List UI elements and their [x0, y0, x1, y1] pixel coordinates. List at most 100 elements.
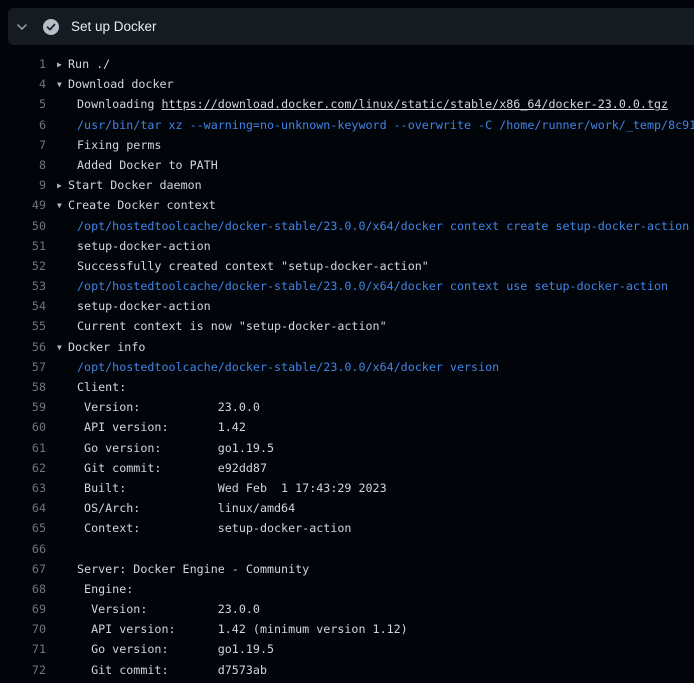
- line-number-link[interactable]: 52: [0, 256, 46, 276]
- log-command: /opt/hostedtoolcache/docker-stable/23.0.…: [57, 216, 694, 236]
- log-group-toggle[interactable]: ▶Start Docker daemon: [57, 175, 694, 195]
- log-message: Downloading https://download.docker.com/…: [57, 94, 694, 114]
- log-line: 67 Server: Docker Engine - Community: [0, 559, 694, 579]
- log-line: 66: [0, 539, 694, 559]
- line-number-link[interactable]: 62: [0, 458, 46, 478]
- log-message: Fixing perms: [57, 135, 694, 155]
- line-number-link[interactable]: 64: [0, 498, 46, 518]
- line-number-link[interactable]: 49: [0, 195, 46, 215]
- log-message: Built: Wed Feb 1 17:43:29 2023: [57, 478, 694, 498]
- chevron-down-icon[interactable]: [16, 21, 28, 33]
- log-group-toggle[interactable]: ▼Docker info: [57, 337, 694, 357]
- log-text: Downloading: [77, 97, 161, 111]
- triangle-down-icon: ▼: [57, 338, 68, 357]
- log-line: 1 ▶Run ./: [0, 54, 694, 74]
- triangle-right-icon: ▶: [57, 55, 68, 74]
- log-message: Successfully created context "setup-dock…: [57, 256, 694, 276]
- line-number-link[interactable]: 67: [0, 559, 46, 579]
- log-line: 62 Git commit: e92dd87: [0, 458, 694, 478]
- log-line: 71 Go version: go1.19.5: [0, 639, 694, 659]
- log-message: setup-docker-action: [57, 236, 694, 256]
- line-number-link[interactable]: 6: [0, 115, 46, 135]
- log-message: Server: Docker Engine - Community: [57, 559, 694, 579]
- log-message: Git commit: d7573ab: [57, 660, 694, 680]
- log-line: 59 Version: 23.0.0: [0, 397, 694, 417]
- log-message: Current context is now "setup-docker-act…: [57, 316, 694, 336]
- log-message: API version: 1.42 (minimum version 1.12): [57, 619, 694, 639]
- line-number-link[interactable]: 7: [0, 135, 46, 155]
- log-line: 8Added Docker to PATH: [0, 155, 694, 175]
- line-number-link[interactable]: 1: [0, 54, 46, 74]
- log-link[interactable]: https://download.docker.com/linux/static…: [161, 97, 668, 111]
- log-message: setup-docker-action: [57, 296, 694, 316]
- line-number-link[interactable]: 61: [0, 438, 46, 458]
- log-group-toggle[interactable]: ▼Download docker: [57, 74, 694, 94]
- line-number-link[interactable]: 54: [0, 296, 46, 316]
- line-number-link[interactable]: 51: [0, 236, 46, 256]
- log-group-toggle[interactable]: ▼Create Docker context: [57, 195, 694, 215]
- log-line: 53/opt/hostedtoolcache/docker-stable/23.…: [0, 276, 694, 296]
- line-number-link[interactable]: 66: [0, 539, 46, 559]
- log-line: 55 Current context is now "setup-docker-a…: [0, 316, 694, 336]
- triangle-down-icon: ▼: [57, 75, 68, 94]
- triangle-down-icon: ▼: [57, 196, 68, 215]
- log-line: 68 Engine:: [0, 579, 694, 599]
- line-number-link[interactable]: 69: [0, 599, 46, 619]
- line-number-link[interactable]: 5: [0, 94, 46, 114]
- log-line: 4 ▼Download docker: [0, 74, 694, 94]
- log-command: /opt/hostedtoolcache/docker-stable/23.0.…: [57, 357, 694, 377]
- line-number-link[interactable]: 71: [0, 639, 46, 659]
- line-number-link[interactable]: 58: [0, 377, 46, 397]
- triangle-right-icon: ▶: [57, 176, 68, 195]
- log-line: 70 API version: 1.42 (minimum version 1.…: [0, 619, 694, 639]
- log-message: Version: 23.0.0: [57, 397, 694, 417]
- log-line: 5 Downloading https://download.docker.com…: [0, 94, 694, 114]
- log-line: 58 Client:: [0, 377, 694, 397]
- log-viewer: 1▶Run ./4▼Download docker5Downloading ht…: [0, 45, 694, 680]
- log-line: 65 Context: setup-docker-action: [0, 518, 694, 538]
- line-number-link[interactable]: 70: [0, 619, 46, 639]
- log-line: 49 ▼Create Docker context: [0, 195, 694, 215]
- line-number-link[interactable]: 59: [0, 397, 46, 417]
- line-number-link[interactable]: 50: [0, 216, 46, 236]
- line-number-link[interactable]: 8: [0, 155, 46, 175]
- step-title: Set up Docker: [71, 19, 157, 34]
- log-message: Client:: [57, 377, 694, 397]
- step-header[interactable]: Set up Docker: [8, 8, 694, 45]
- line-number-link[interactable]: 72: [0, 660, 46, 680]
- log-message: Context: setup-docker-action: [57, 518, 694, 538]
- log-group-title: Run ./: [68, 57, 110, 71]
- line-number-link[interactable]: 68: [0, 579, 46, 599]
- log-line: 61 Go version: go1.19.5: [0, 438, 694, 458]
- line-number-link[interactable]: 63: [0, 478, 46, 498]
- log-message: API version: 1.42: [57, 417, 694, 437]
- line-number-link[interactable]: 60: [0, 417, 46, 437]
- log-line: 60 API version: 1.42: [0, 417, 694, 437]
- line-number-link[interactable]: 55: [0, 316, 46, 336]
- log-group-title: Create Docker context: [68, 198, 216, 212]
- log-command: /usr/bin/tar xz --warning=no-unknown-key…: [57, 115, 694, 135]
- line-number-link[interactable]: 56: [0, 337, 46, 357]
- log-message: OS/Arch: linux/amd64: [57, 498, 694, 518]
- log-line: 7 Fixing perms: [0, 135, 694, 155]
- log-group-toggle[interactable]: ▶Run ./: [57, 54, 694, 74]
- check-circle-icon: [43, 19, 59, 35]
- log-line: 69 Version: 23.0.0: [0, 599, 694, 619]
- log-line: 51 setup-docker-action: [0, 236, 694, 256]
- line-number-link[interactable]: 53: [0, 276, 46, 296]
- log-message: Version: 23.0.0: [57, 599, 694, 619]
- line-number-link[interactable]: 65: [0, 518, 46, 538]
- log-line: 56 ▼Docker info: [0, 337, 694, 357]
- log-line: 50/opt/hostedtoolcache/docker-stable/23.…: [0, 216, 694, 236]
- log-line: 9 ▶Start Docker daemon: [0, 175, 694, 195]
- log-line: 57/opt/hostedtoolcache/docker-stable/23.…: [0, 357, 694, 377]
- log-message: [57, 539, 694, 559]
- log-line: 54 setup-docker-action: [0, 296, 694, 316]
- log-message: Go version: go1.19.5: [57, 639, 694, 659]
- line-number-link[interactable]: 9: [0, 175, 46, 195]
- line-number-link[interactable]: 57: [0, 357, 46, 377]
- log-message: Git commit: e92dd87: [57, 458, 694, 478]
- log-line: 63 Built: Wed Feb 1 17:43:29 2023: [0, 478, 694, 498]
- log-group-title: Start Docker daemon: [68, 178, 202, 192]
- line-number-link[interactable]: 4: [0, 74, 46, 94]
